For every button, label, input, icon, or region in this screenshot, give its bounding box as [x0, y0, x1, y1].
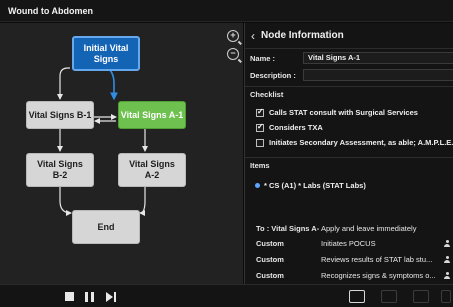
name-label: Name : [250, 54, 276, 63]
checklist-item[interactable]: Considers TXA [256, 122, 323, 132]
edge-b2-end [59, 187, 72, 216]
edge-a2-end [139, 187, 146, 216]
node-vital-signs-b2[interactable]: Vital Signs B-2 [26, 153, 94, 187]
edge-initial-b1 [57, 67, 70, 100]
checkbox-checked[interactable] [256, 122, 264, 132]
checklist-item-label: Initiates Secondary Assessment, as able;… [269, 138, 453, 147]
description-label: Description : [250, 71, 296, 80]
zoom-out-icon[interactable]: − [227, 48, 239, 60]
checklist-heading: Checklist [245, 86, 453, 99]
pause-icon[interactable] [85, 292, 94, 302]
checklist-item-label: Calls STAT consult with Surgical Service… [269, 108, 418, 117]
item-label: * CS (A1) * Labs (STAT Labs) [264, 181, 366, 190]
checkbox-checked[interactable] [256, 107, 264, 117]
edge-initial-a1 [109, 69, 118, 101]
branch-tool-icon[interactable] [413, 290, 429, 303]
transition-action: Apply and leave immediately [321, 224, 417, 233]
list-item[interactable]: * CS (A1) * Labs (STAT Labs) [255, 181, 366, 190]
node-vital-signs-a2[interactable]: Vital Signs A-2 [118, 153, 186, 187]
person-icon [444, 240, 450, 247]
node-information-panel: ‹ Node Information Name : Vital Signs A-… [244, 23, 453, 284]
checkbox-unchecked[interactable] [256, 138, 264, 147]
node-initial-vital-signs[interactable]: Initial Vital Signs [72, 36, 140, 71]
back-chevron-icon[interactable]: ‹ [251, 30, 255, 42]
transition-target: To : Vital Signs A- [256, 224, 320, 233]
condition-type: Custom [256, 239, 284, 248]
panel-title: Node Information [261, 30, 344, 41]
description-field[interactable] [303, 69, 453, 81]
checklist-item[interactable]: Calls STAT consult with Surgical Service… [256, 107, 418, 117]
person-icon [444, 272, 450, 279]
node-end[interactable]: End [72, 210, 140, 244]
loop-tool-icon[interactable] [381, 290, 397, 303]
condition-text: Reviews results of STAT lab stu... [321, 255, 433, 264]
flowchart-canvas[interactable]: + − Initial Vital Signs Vital Signs B-1 … [0, 23, 243, 284]
checklist-item-label: Considers TXA [269, 123, 323, 132]
item-bullet-icon [255, 183, 260, 188]
node-vital-signs-a1[interactable]: Vital Signs A-1 [118, 101, 186, 129]
skip-forward-icon[interactable] [106, 292, 117, 302]
condition-text: Initiates POCUS [321, 239, 376, 248]
person-icon [444, 256, 450, 263]
more-tool-icon[interactable] [441, 290, 451, 303]
stop-icon[interactable] [65, 292, 74, 301]
window-title: Wound to Abdomen [0, 0, 453, 22]
node-vital-signs-b1[interactable]: Vital Signs B-1 [26, 101, 94, 129]
condition-text: Recognizes signs & symptoms o... [321, 271, 436, 280]
zoom-in-icon[interactable]: + [227, 30, 239, 42]
checklist-item[interactable]: Initiates Secondary Assessment, as able;… [256, 138, 453, 147]
transition-tool-icon[interactable] [349, 290, 365, 303]
items-heading: Items [245, 157, 453, 170]
panel-header: ‹ Node Information [245, 23, 453, 49]
condition-type: Custom [256, 255, 284, 264]
playback-toolbar [0, 284, 453, 307]
name-field[interactable]: Vital Signs A-1 [303, 52, 453, 64]
condition-type: Custom [256, 271, 284, 280]
